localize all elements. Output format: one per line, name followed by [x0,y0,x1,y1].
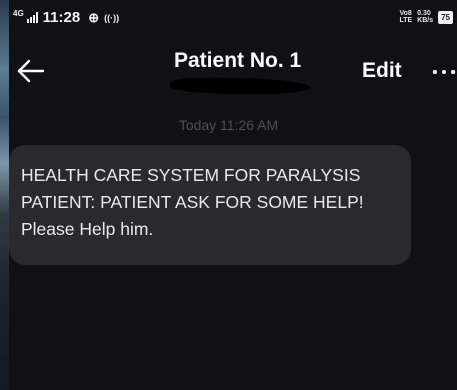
status-left: 4G 11:28 ⊕ ((·)) [13,9,119,26]
message-bubble[interactable]: HEALTH CARE SYSTEM FOR PARALYSIS PATIENT… [9,145,411,265]
nfc-icon: ((·)) [104,12,120,23]
volte-indicator: Vo8 LTE [399,10,413,24]
messaging-screen: 4G 11:28 ⊕ ((·)) Vo8 LTE 0.30 KB/s 75 Pa… [0,0,457,390]
status-time: 11:28 [42,9,81,26]
network-type: 4G [13,9,24,18]
notification-icon: ⊕ [88,9,100,25]
status-bar: 4G 11:28 ⊕ ((·)) Vo8 LTE 0.30 KB/s 75 [0,0,457,34]
back-arrow-icon[interactable] [16,56,46,86]
status-right: Vo8 LTE 0.30 KB/s 75 [399,10,453,24]
message-text: HEALTH CARE SYSTEM FOR PARALYSIS PATIENT… [21,165,364,239]
redacted-phone-number [169,76,311,96]
signal-icon [26,12,38,23]
message-timestamp: Today 11:26 AM [178,117,279,133]
edit-button[interactable]: Edit [362,59,402,83]
battery-icon: 75 [438,10,453,24]
more-options-icon[interactable] [433,70,455,74]
network-speed: 0.30 KB/s [417,10,434,24]
conversation-header: Patient No. 1 Edit [0,34,457,110]
contact-name: Patient No. 1 [174,49,302,72]
